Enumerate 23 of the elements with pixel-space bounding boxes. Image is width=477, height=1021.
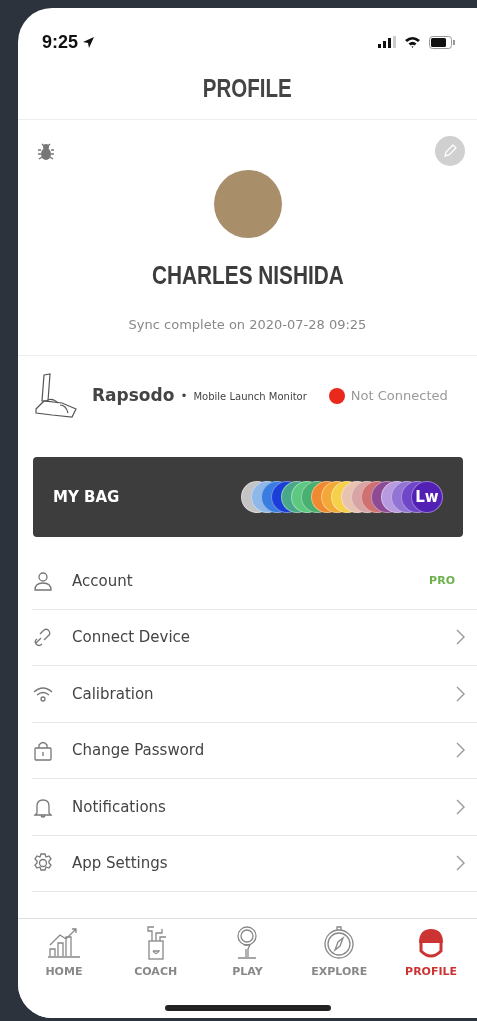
- connection-status: Not Connected: [350, 387, 448, 406]
- page-title: PROFILE: [203, 72, 292, 104]
- menu-item[interactable]: App Settings: [32, 835, 477, 892]
- club-chip: Lw: [411, 481, 443, 513]
- device-model: Mobile Launch Monitor: [193, 389, 307, 404]
- device-brand: Rapsodo: [92, 384, 175, 408]
- my-bag-title: MY BAG: [53, 486, 120, 508]
- profile-name: CHARLES NISHIDA: [151, 259, 344, 292]
- my-bag-card[interactable]: MY BAG Lw: [33, 457, 463, 537]
- status-time: 9:25: [42, 30, 79, 54]
- pro-label: PRO: [429, 572, 455, 589]
- menu-item[interactable]: Calibration: [32, 666, 477, 723]
- sync-status: Sync complete on 2020-07-28 09:25: [128, 316, 367, 334]
- tab-bar-item[interactable]: EXPLORE: [293, 919, 386, 1018]
- menu-item[interactable]: Account PRO: [32, 553, 477, 610]
- tab-bar-item[interactable]: PLAY: [201, 919, 294, 1018]
- tab-bar-item[interactable]: COACH: [109, 919, 202, 1018]
- menu-item[interactable]: Notifications: [32, 779, 477, 836]
- tab-bar-item[interactable]: HOME: [18, 919, 110, 1018]
- tab-bar-item[interactable]: PROFILE: [385, 919, 477, 1018]
- menu-item[interactable]: Connect Device: [32, 609, 477, 666]
- menu-item[interactable]: Change Password: [32, 722, 477, 779]
- separator-dot: •: [180, 388, 188, 405]
